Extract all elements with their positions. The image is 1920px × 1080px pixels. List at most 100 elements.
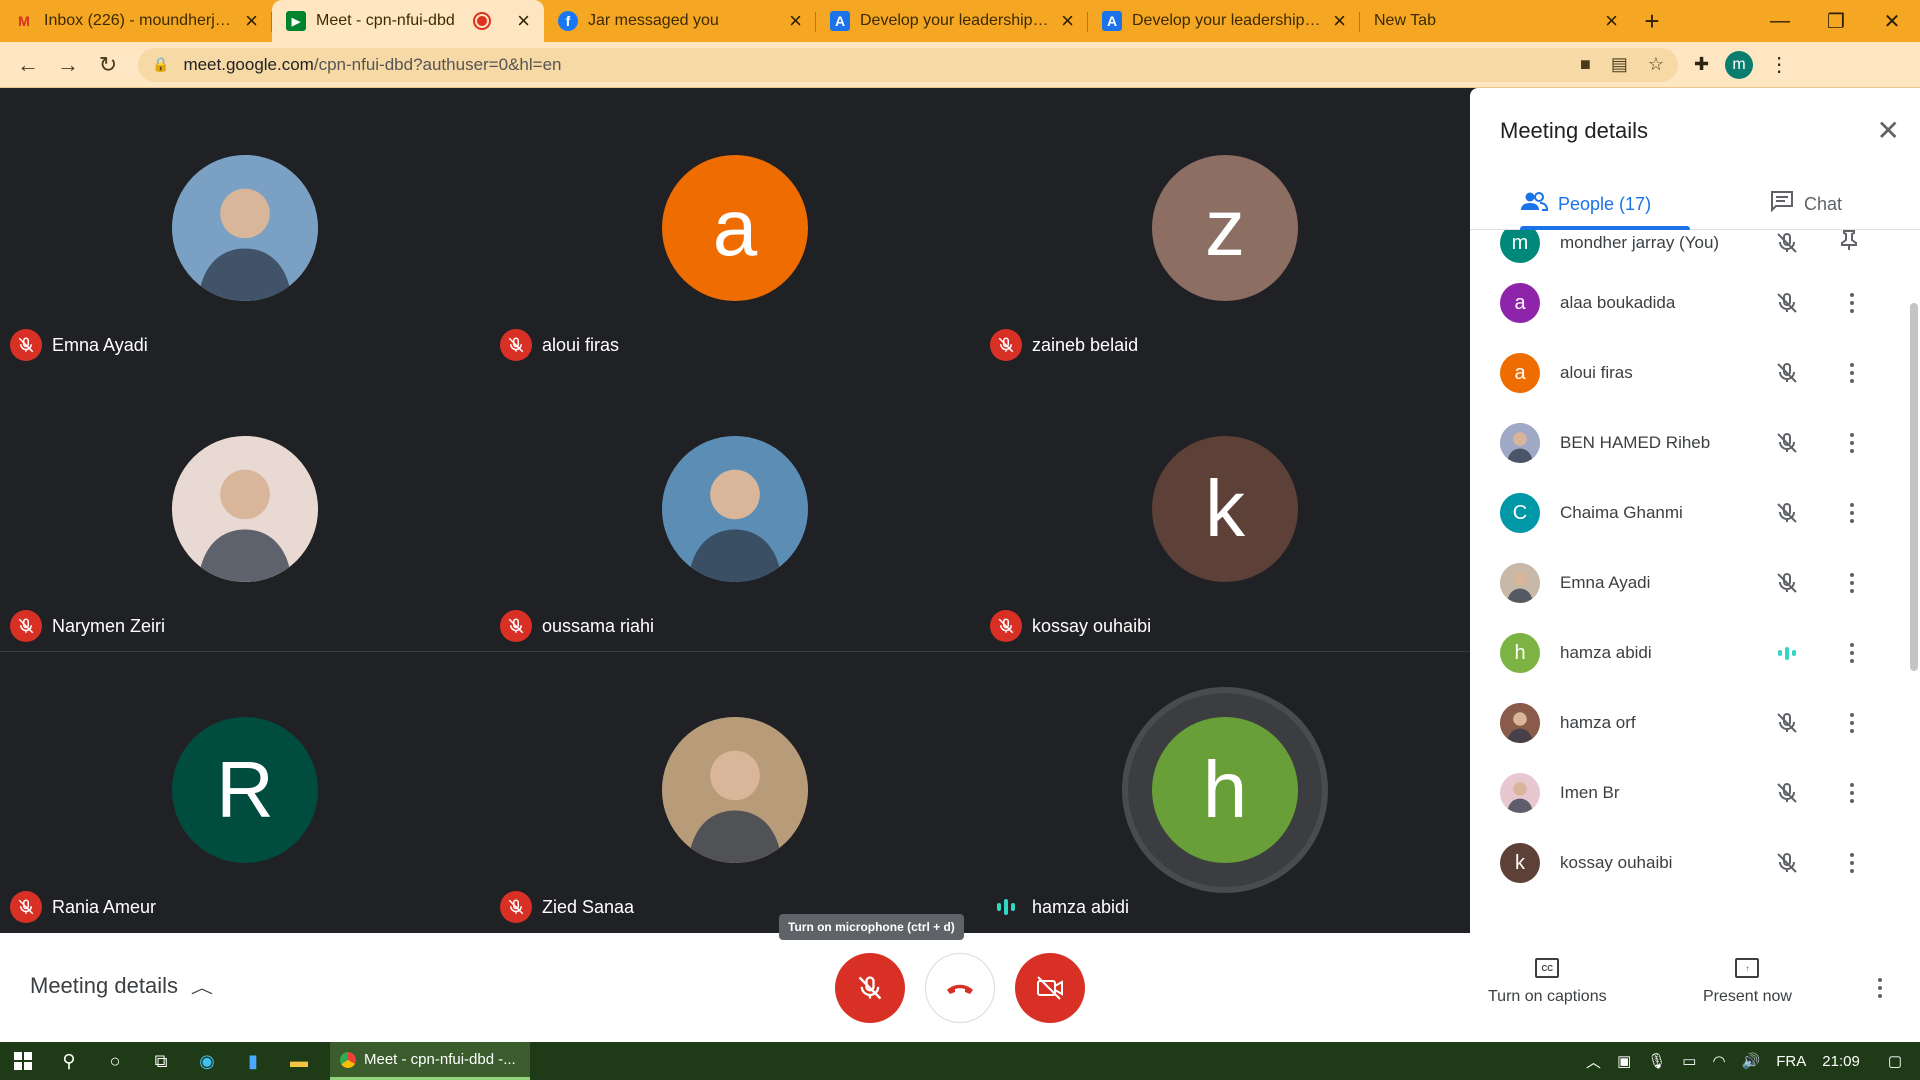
participant-name: hamza abidi <box>1032 896 1130 917</box>
more-options-icon[interactable] <box>1840 641 1864 665</box>
clock[interactable]: 21:09 <box>1822 1053 1860 1070</box>
tab-meet[interactable]: ▶ Meet - cpn-nfui-dbd × <box>272 0 544 42</box>
edge-icon[interactable]: ◉ <box>184 1042 230 1080</box>
device-icon[interactable]: ▣ <box>1617 1052 1631 1070</box>
task-view-icon[interactable]: ⧉ <box>138 1042 184 1080</box>
search-icon[interactable]: ⚲ <box>46 1042 92 1080</box>
tab-gmail[interactable]: M Inbox (226) - moundherj@gm × <box>0 0 272 42</box>
close-tab-icon[interactable]: × <box>517 8 530 34</box>
mic-off-icon[interactable] <box>1775 431 1799 455</box>
participant-tile[interactable]: a aloui firas <box>490 88 980 369</box>
participant-tile[interactable]: Narymen Zeiri <box>0 369 490 650</box>
close-icon[interactable]: ✕ <box>1877 114 1900 147</box>
forward-icon[interactable]: → <box>48 45 88 85</box>
windows-start-icon[interactable] <box>0 1042 46 1080</box>
battery-icon[interactable]: ▭ <box>1682 1052 1696 1070</box>
notepad-icon[interactable]: ▮ <box>230 1042 276 1080</box>
more-options-icon[interactable] <box>1840 571 1864 595</box>
new-tab-button[interactable]: + <box>1632 0 1672 42</box>
participant-tile[interactable]: Emna Ayadi <box>0 88 490 369</box>
participant-list-item[interactable]: BEN HAMED Riheb <box>1470 408 1920 478</box>
more-options-icon[interactable] <box>1840 361 1864 385</box>
participant-list-item[interactable]: Emna Ayadi <box>1470 548 1920 618</box>
participant-tile[interactable]: h hamza abidi <box>980 650 1470 931</box>
participant-list-item[interactable]: a alaa boukadida <box>1470 268 1920 338</box>
more-options-icon[interactable] <box>1840 501 1864 525</box>
bookmark-star-icon[interactable]: ☆ <box>1648 54 1664 75</box>
maximize-icon[interactable]: ❐ <box>1808 0 1864 42</box>
mic-off-icon[interactable] <box>1775 291 1799 315</box>
participant-avatar: a <box>1500 353 1540 393</box>
back-icon[interactable]: ← <box>8 45 48 85</box>
microphone-icon[interactable]: 🎙 <box>1647 1052 1666 1070</box>
translate-icon[interactable]: ▤ <box>1611 54 1628 75</box>
meeting-details-toggle[interactable]: Meeting details ︿ <box>30 973 213 999</box>
participant-list-item[interactable]: m mondher jarray (You) <box>1470 230 1920 268</box>
participant-avatar: z <box>1152 155 1298 301</box>
notifications-icon[interactable]: ▢ <box>1888 1052 1902 1070</box>
close-tab-icon[interactable]: × <box>1333 8 1346 34</box>
close-tab-icon[interactable]: × <box>1605 8 1618 34</box>
more-options-icon[interactable] <box>1878 978 1882 998</box>
lock-icon[interactable]: 🔒 <box>152 56 169 73</box>
tab-facebook[interactable]: f Jar messaged you × <box>544 0 816 42</box>
extensions-icon[interactable]: ✚ <box>1694 54 1709 75</box>
camera-toggle-button[interactable] <box>1015 953 1085 1023</box>
participant-list-item[interactable]: k kossay ouhaibi <box>1470 828 1920 898</box>
browser-menu-icon[interactable]: ⋮ <box>1769 52 1789 77</box>
scrollbar[interactable] <box>1910 303 1918 671</box>
more-options-icon[interactable] <box>1840 431 1864 455</box>
language-indicator[interactable]: FRA <box>1776 1053 1806 1070</box>
participant-tile[interactable]: k kossay ouhaibi <box>980 369 1470 650</box>
more-options-icon[interactable] <box>1840 711 1864 735</box>
participant-tile[interactable]: R Rania Ameur <box>0 650 490 931</box>
profile-avatar[interactable]: m <box>1725 50 1754 79</box>
tab-people[interactable]: People (17) <box>1520 178 1651 230</box>
tab-leadership-2[interactable]: A Develop your leadership | All × <box>1088 0 1360 42</box>
participant-tile[interactable]: Zied Sanaa <box>490 650 980 931</box>
tab-new-tab[interactable]: New Tab × <box>1360 0 1632 42</box>
close-tab-icon[interactable]: × <box>245 8 258 34</box>
mic-off-icon[interactable] <box>1775 851 1799 875</box>
participant-avatar: k <box>1500 843 1540 883</box>
mic-off-icon[interactable] <box>1775 501 1799 525</box>
captions-button[interactable]: CC Turn on captions <box>1488 958 1607 1006</box>
more-options-icon[interactable] <box>1840 781 1864 805</box>
participant-list-item[interactable]: hamza orf <box>1470 688 1920 758</box>
volume-icon[interactable]: 🔊 <box>1742 1052 1761 1070</box>
chevron-up-icon[interactable]: ︿ <box>1586 1051 1601 1072</box>
mic-off-icon[interactable] <box>1775 781 1799 805</box>
reload-icon[interactable]: ↻ <box>88 45 128 85</box>
mic-off-icon[interactable] <box>1775 361 1799 385</box>
participant-tile[interactable]: z zaineb belaid <box>980 88 1470 369</box>
more-options-icon[interactable] <box>1840 291 1864 315</box>
mic-off-icon <box>10 329 42 361</box>
present-now-button[interactable]: ↑ Present now <box>1703 958 1792 1006</box>
taskbar-app-chrome[interactable]: Meet - cpn-nfui-dbd -... <box>330 1042 530 1080</box>
cortana-icon[interactable]: ○ <box>92 1042 138 1080</box>
microphone-toggle-button[interactable] <box>835 953 905 1023</box>
window-close-icon[interactable]: ✕ <box>1864 0 1920 42</box>
participant-list-item[interactable]: Imen Br <box>1470 758 1920 828</box>
tab-leadership-1[interactable]: A Develop your leadership | All × <box>816 0 1088 42</box>
wifi-icon[interactable]: ◠ <box>1712 1052 1725 1070</box>
mic-off-icon[interactable] <box>1775 571 1799 595</box>
camera-icon[interactable]: ■ <box>1580 54 1591 75</box>
leave-call-button[interactable] <box>925 953 995 1023</box>
close-tab-icon[interactable]: × <box>789 8 802 34</box>
tab-chat[interactable]: Chat <box>1770 178 1842 230</box>
participant-list-item[interactable]: h hamza abidi <box>1470 618 1920 688</box>
pin-icon[interactable] <box>1840 230 1858 257</box>
mic-off-icon <box>10 610 42 642</box>
participant-list-item[interactable]: C Chaima Ghanmi <box>1470 478 1920 548</box>
mic-off-icon[interactable] <box>1775 711 1799 735</box>
mic-off-icon[interactable] <box>1775 231 1799 255</box>
participant-list-item[interactable]: a aloui firas <box>1470 338 1920 408</box>
participant-tile[interactable]: oussama riahi <box>490 369 980 650</box>
close-tab-icon[interactable]: × <box>1061 8 1074 34</box>
file-explorer-icon[interactable]: ▬ <box>276 1042 322 1080</box>
minimize-icon[interactable]: — <box>1752 0 1808 42</box>
url-field[interactable]: 🔒 meet.google.com/cpn-nfui-dbd?authuser=… <box>138 47 1678 82</box>
participant-name: Rania Ameur <box>52 896 157 917</box>
more-options-icon[interactable] <box>1840 851 1864 875</box>
